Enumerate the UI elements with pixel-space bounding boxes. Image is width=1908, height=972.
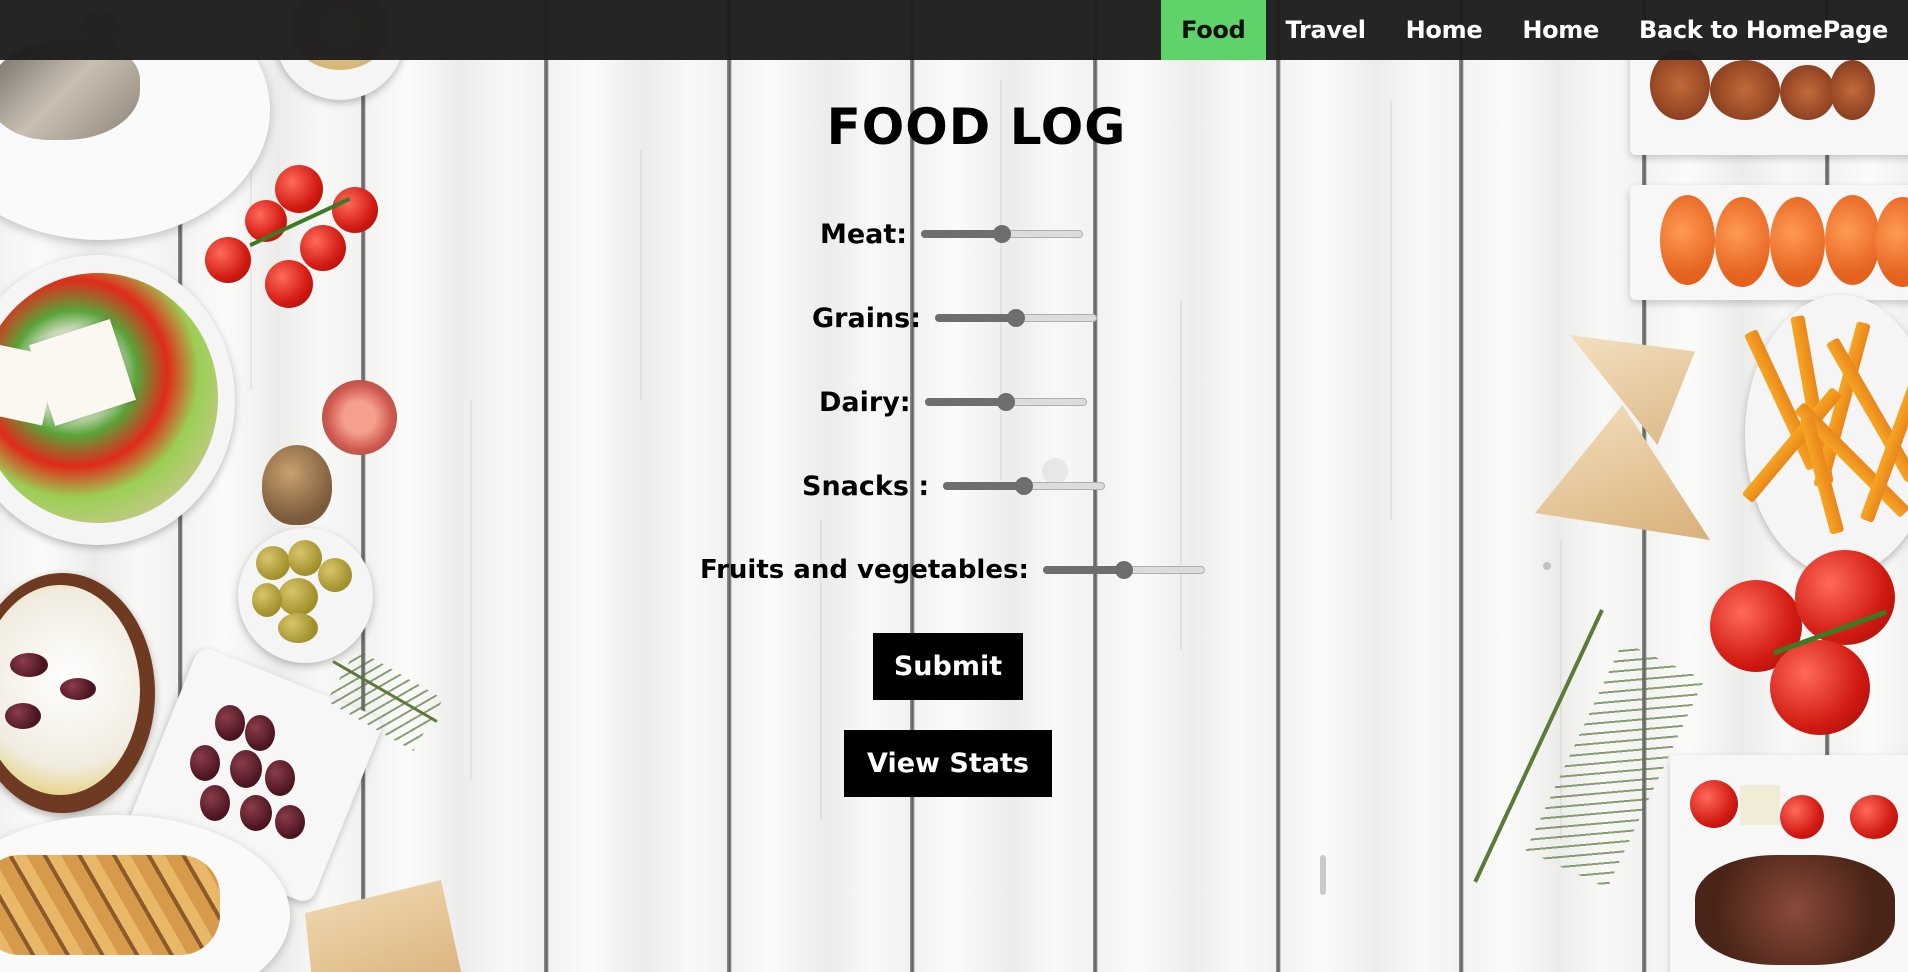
snacks-label: Snacks : xyxy=(802,470,930,502)
rosemary-sprig-left-image xyxy=(325,649,445,751)
tomatoes-vine-image xyxy=(1710,550,1908,735)
snacks-row: Snacks : xyxy=(802,466,1106,506)
nav-links: Food Travel Home Home Back to HomePage xyxy=(1161,0,1908,60)
dairy-row: Dairy: xyxy=(819,382,1087,422)
snacks-slider[interactable] xyxy=(943,476,1106,496)
slider-thumb[interactable] xyxy=(993,225,1012,243)
nav-link-home[interactable]: Home xyxy=(1386,0,1503,60)
fruits-vegetables-slider[interactable] xyxy=(1042,560,1205,580)
meat-label: Meat: xyxy=(820,218,908,250)
nav-link-travel[interactable]: Travel xyxy=(1266,0,1386,60)
nav-link-home-2[interactable]: Home xyxy=(1502,0,1619,60)
fries-bowl-image xyxy=(1741,295,1908,575)
rosemary-sprig-image xyxy=(1473,609,1705,900)
dairy-label: Dairy: xyxy=(819,386,911,418)
top-navbar: Food Travel Home Home Back to HomePage xyxy=(0,0,1908,60)
souvlaki-plate-image xyxy=(0,815,290,972)
nav-link-food[interactable]: Food xyxy=(1161,0,1266,60)
slider-thumb[interactable] xyxy=(996,393,1015,411)
view-stats-button[interactable]: View Stats xyxy=(844,730,1052,797)
slider-thumb[interactable] xyxy=(1007,309,1026,327)
meat-row: Meat: xyxy=(820,214,1084,254)
olives-bowl-image xyxy=(238,528,373,663)
slider-thumb[interactable] xyxy=(1015,477,1034,495)
fruits-vegetables-row: Fruits and vegetables: xyxy=(700,550,1205,590)
dairy-slider[interactable] xyxy=(924,392,1087,412)
fig-image xyxy=(262,380,397,525)
fruits-vegetables-label: Fruits and vegetables: xyxy=(700,555,1029,585)
page-title: FOOD LOG xyxy=(826,98,1127,156)
shrimp-skewers-image xyxy=(1630,185,1908,300)
grains-label: Grains: xyxy=(812,302,922,334)
slider-thumb[interactable] xyxy=(1114,561,1133,579)
grains-slider[interactable] xyxy=(935,308,1098,328)
nav-link-back-to-homepage[interactable]: Back to HomePage xyxy=(1619,0,1908,60)
greek-salad-image xyxy=(0,255,235,545)
pita-triangles-image xyxy=(1535,335,1710,540)
grains-row: Grains: xyxy=(812,298,1098,338)
meat-slider[interactable] xyxy=(921,224,1084,244)
tzatziki-bowl-image xyxy=(0,573,155,813)
pita-bread-image xyxy=(305,880,465,972)
submit-button[interactable]: Submit xyxy=(873,633,1023,700)
grilled-platter-image xyxy=(1670,755,1908,972)
